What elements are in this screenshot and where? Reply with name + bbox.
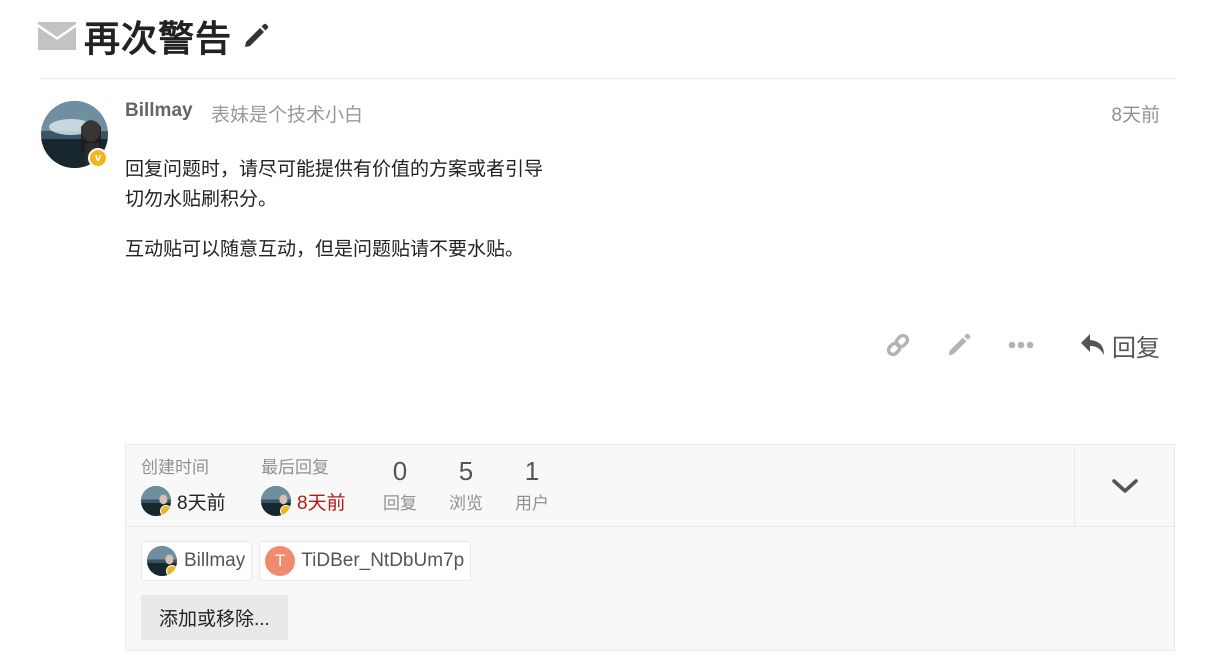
post-line: 互动贴可以随意互动，但是问题贴请不要水贴。 bbox=[125, 239, 525, 260]
stat-number: 1 bbox=[524, 456, 540, 486]
post-actions bbox=[0, 326, 1223, 364]
post-line: 回复问题时，请尽可能提供有价值的方案或者引导 bbox=[125, 159, 544, 180]
reply-icon bbox=[1081, 334, 1104, 355]
created-date: 8天前 bbox=[177, 492, 226, 514]
post-user-title: 表妹是个技术小白 bbox=[211, 105, 364, 126]
avatar bbox=[147, 546, 177, 576]
stat-label: 用户 bbox=[515, 494, 549, 513]
last-reply-label: 最后回复 bbox=[261, 458, 329, 477]
reply-label: 回复 bbox=[1112, 334, 1160, 362]
avatar[interactable] bbox=[261, 486, 291, 516]
stat-views: 5 浏览 bbox=[442, 457, 490, 514]
copy-link-button[interactable] bbox=[880, 326, 916, 364]
topic-title: 再次警告 bbox=[84, 18, 233, 59]
verified-badge bbox=[160, 505, 171, 516]
verified-badge bbox=[166, 565, 177, 576]
created-row: 8天前 bbox=[141, 486, 226, 516]
more-actions-button[interactable] bbox=[1003, 326, 1039, 364]
created-info: 创建时间 8天前 bbox=[141, 453, 226, 516]
created-label: 创建时间 bbox=[141, 458, 209, 477]
last-reply-date[interactable]: 8天前 bbox=[297, 488, 346, 515]
last-reply-row[interactable]: 8天前 bbox=[261, 486, 346, 516]
envelope-icon bbox=[38, 21, 76, 51]
edit-title-icon[interactable] bbox=[242, 21, 272, 51]
stat-users: 1 用户 bbox=[508, 457, 556, 514]
reply-button[interactable]: 回复 bbox=[1080, 326, 1160, 364]
participant-chip[interactable]: Billmay bbox=[141, 541, 253, 581]
link-icon bbox=[886, 333, 910, 357]
participants-list: Billmay T TiDBer_NtDbUm7p bbox=[141, 541, 478, 581]
participant-name: Billmay bbox=[184, 550, 246, 571]
stat-label: 回复 bbox=[383, 494, 417, 513]
post-username[interactable]: Billmay bbox=[125, 100, 193, 122]
letter-avatar: T bbox=[265, 546, 296, 576]
post-body: 回复问题时，请尽可能提供有价值的方案或者引导 切勿水贴刷积分。 互动贴可以随意互… bbox=[125, 155, 543, 285]
post-date[interactable]: 8天前 bbox=[1111, 100, 1160, 127]
stat-label: 浏览 bbox=[449, 494, 483, 513]
topic-map-summary: 创建时间 8天前 最后回复 8天前 0 回复 5 浏览 1 用户 bbox=[126, 445, 1174, 527]
expand-topic-map-button[interactable] bbox=[1074, 445, 1174, 526]
chevron-down-icon bbox=[1111, 478, 1138, 493]
more-icon bbox=[1008, 341, 1034, 349]
edit-icon bbox=[948, 333, 971, 356]
edit-post-button[interactable] bbox=[941, 326, 977, 364]
stat-replies: 0 回复 bbox=[376, 457, 424, 514]
avatar[interactable] bbox=[141, 486, 171, 516]
stat-number: 0 bbox=[392, 456, 408, 486]
add-remove-participants-button[interactable]: 添加或移除... bbox=[141, 595, 288, 640]
post-avatar-container: v bbox=[41, 101, 108, 168]
stat-number: 5 bbox=[458, 456, 474, 486]
participant-name: TiDBer_NtDbUm7p bbox=[301, 550, 465, 571]
last-reply-info: 最后回复 8天前 bbox=[261, 453, 346, 516]
post-line: 切勿水贴刷积分。 bbox=[125, 189, 278, 210]
topic-header: 再次警告 bbox=[38, 12, 272, 60]
post-paragraph: 回复问题时，请尽可能提供有价值的方案或者引导 切勿水贴刷积分。 bbox=[125, 155, 543, 215]
topic-map: 创建时间 8天前 最后回复 8天前 0 回复 5 浏览 1 用户 Billmay… bbox=[125, 444, 1175, 651]
participant-chip[interactable]: T TiDBer_NtDbUm7p bbox=[259, 541, 472, 581]
verified-badge: v bbox=[88, 148, 108, 168]
verified-badge bbox=[280, 505, 291, 516]
header-divider bbox=[40, 78, 1176, 79]
post-paragraph: 互动贴可以随意互动，但是问题贴请不要水贴。 bbox=[125, 235, 543, 265]
